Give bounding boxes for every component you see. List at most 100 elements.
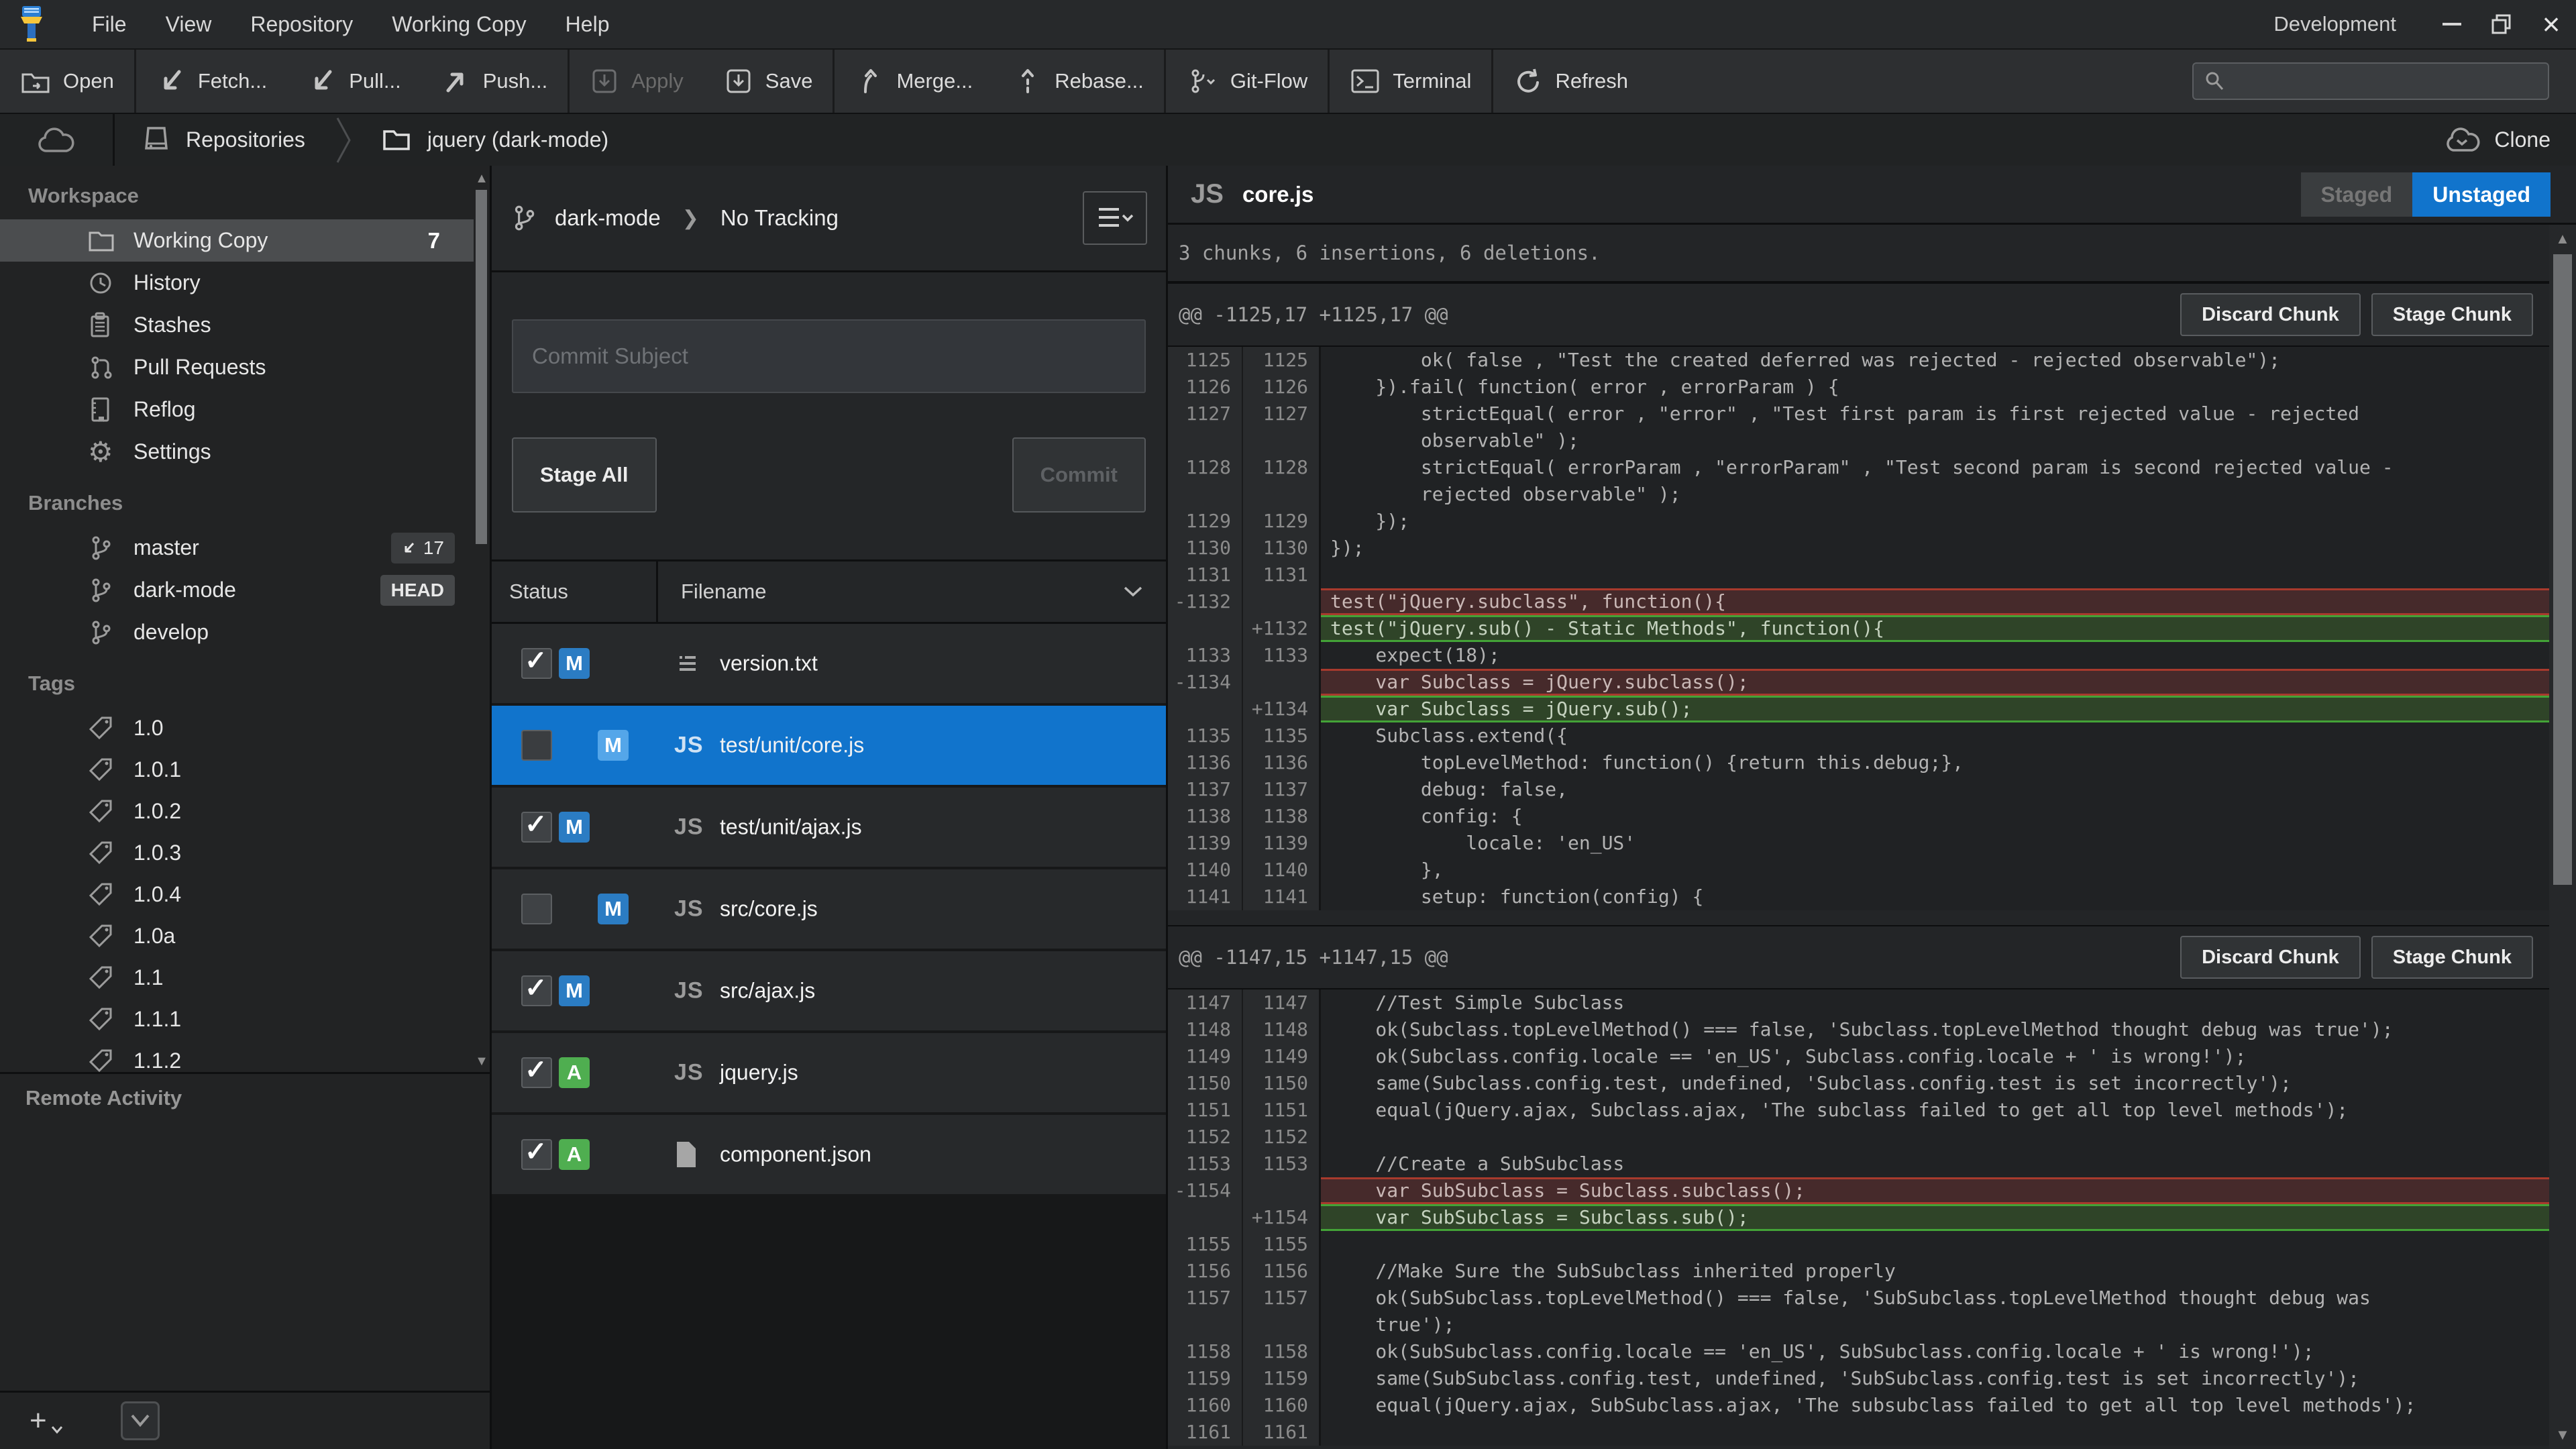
diff-line[interactable]: 11411141 setup: function(config) { [1168,883,2549,910]
diff-line-removed[interactable]: -1154 var SubSubclass = Subclass.subclas… [1168,1177,2549,1204]
toggle-pending-button[interactable] [121,1401,160,1440]
scroll-up-icon[interactable]: ▲ [474,171,490,186]
diff-line[interactable]: 11281128 strictEqual( errorParam , "erro… [1168,454,2549,481]
diff-line[interactable]: 11401140 }, [1168,857,2549,883]
menu-help[interactable]: Help [546,12,629,37]
diff-line[interactable]: true'); [1168,1311,2549,1338]
diff-line[interactable]: 11291129 }); [1168,508,2549,535]
diff-scrollbar[interactable]: ▲ ▼ [2549,225,2576,1449]
diff-line[interactable]: 11611161 [1168,1419,2549,1446]
tab-repositories[interactable]: Repositories [115,114,333,166]
diff-line-added[interactable]: +1132test("jQuery.sub() - Static Methods… [1168,615,2549,642]
stage-chunk-button[interactable]: Stage Chunk [2371,936,2533,979]
diff-line[interactable]: 11591159 same(SubSubclass.config.test, u… [1168,1365,2549,1392]
view-options-button[interactable] [1083,191,1147,245]
file-row-src/ajax.js[interactable]: MJSsrc/ajax.js [492,951,1166,1030]
diff-line[interactable]: 11561156 //Make Sure the SubSubclass inh… [1168,1258,2549,1285]
fetch-button[interactable]: Fetch... [136,50,287,113]
diff-line[interactable]: observable" ); [1168,427,2549,454]
diff-line[interactable]: 11481148 ok(Subclass.topLevelMethod() ==… [1168,1016,2549,1043]
search-box[interactable] [2192,62,2549,100]
restore-button[interactable] [2477,0,2526,48]
stage-checkbox[interactable] [521,730,552,761]
sidebar-tag-1.1.1[interactable]: 1.1.1 [0,998,474,1040]
merge-button[interactable]: Merge... [835,50,993,113]
stage-all-button[interactable]: Stage All [512,437,657,513]
clone-button[interactable]: Clone [2443,125,2551,155]
diff-line[interactable]: 11551155 [1168,1231,2549,1258]
stage-checkbox[interactable] [521,975,552,1006]
diff-line[interactable]: 11391139 locale: 'en_US' [1168,830,2549,857]
stage-checkbox[interactable] [521,1139,552,1170]
diff-line[interactable]: 11531153 //Create a SubSubclass [1168,1150,2549,1177]
diff-line[interactable]: 11261126 }).fail( function( error , erro… [1168,374,2549,400]
file-row-version.txt[interactable]: Mversion.txt [492,624,1166,703]
unstaged-tab[interactable]: Unstaged [2412,172,2551,217]
sidebar-tag-1.0.3[interactable]: 1.0.3 [0,832,474,873]
sidebar-tag-1.1[interactable]: 1.1 [0,957,474,998]
diff-line[interactable]: rejected observable" ); [1168,481,2549,508]
menu-working-copy[interactable]: Working Copy [372,12,545,37]
terminal-button[interactable]: Terminal [1330,50,1491,113]
sidebar-scrollbar[interactable]: ▲ ▼ [474,168,490,1072]
column-status[interactable]: Status [492,561,656,622]
diff-line-added[interactable]: +1154 var SubSubclass = Subclass.sub(); [1168,1204,2549,1231]
open-button[interactable]: Open [0,50,134,113]
menu-view[interactable]: View [146,12,231,37]
diff-line[interactable]: 11311131 [1168,561,2549,588]
sidebar-branch-master[interactable]: master 17 [0,527,474,569]
diff-line[interactable]: 11501150 same(Subclass.config.test, unde… [1168,1070,2549,1097]
pull-button[interactable]: Pull... [287,50,421,113]
discard-chunk-button[interactable]: Discard Chunk [2180,293,2361,336]
diff-line[interactable]: 11271127 strictEqual( error , "error" , … [1168,400,2549,427]
scroll-down-icon[interactable]: ▼ [2549,1426,2576,1444]
menu-file[interactable]: File [72,12,146,37]
sidebar-branch-develop[interactable]: develop [0,611,474,653]
sidebar-tag-1.0.1[interactable]: 1.0.1 [0,749,474,790]
diff-scroll-thumb[interactable] [2553,254,2572,885]
sidebar-item-settings[interactable]: ⚙ Settings [0,431,474,473]
diff-line[interactable]: 11571157 ok(SubSubclass.topLevelMethod()… [1168,1285,2549,1311]
diff-line[interactable]: 11371137 debug: false, [1168,776,2549,803]
scroll-up-icon[interactable]: ▲ [2549,230,2576,248]
sidebar-tag-1.0a[interactable]: 1.0a [0,915,474,957]
push-button[interactable]: Push... [421,50,568,113]
staged-tab[interactable]: Staged [2301,172,2413,217]
diff-line-removed[interactable]: -1134 var Subclass = jQuery.subclass(); [1168,669,2549,696]
search-input[interactable] [2234,70,2538,93]
diff-line[interactable]: 11491149 ok(Subclass.config.locale == 'e… [1168,1043,2549,1070]
menu-repository[interactable]: Repository [231,12,372,37]
sort-chevron-icon[interactable] [1123,586,1143,598]
sidebar-item-reflog[interactable]: Reflog [0,388,474,431]
column-filename[interactable]: Filename [656,561,1166,622]
sidebar-tag-1.0.4[interactable]: 1.0.4 [0,873,474,915]
file-row-test/unit/ajax.js[interactable]: MJStest/unit/ajax.js [492,788,1166,867]
remote-accounts-tab[interactable] [0,114,115,166]
sidebar-item-working-copy[interactable]: Working Copy 7 [0,219,474,262]
diff-line[interactable]: 11381138 config: { [1168,803,2549,830]
sidebar-item-history[interactable]: History [0,262,474,304]
rebase-button[interactable]: Rebase... [993,50,1164,113]
diff-line[interactable]: 11601160 equal(jQuery.ajax, SubSubclass.… [1168,1392,2549,1419]
commit-subject-input[interactable] [512,319,1146,393]
file-table-header[interactable]: Status Filename [492,559,1166,624]
sidebar-scroll-thumb[interactable] [476,190,487,544]
commit-button[interactable]: Commit [1012,437,1146,513]
sidebar-tag-1.0.2[interactable]: 1.0.2 [0,790,474,832]
sidebar-tag-1.0[interactable]: 1.0 [0,707,474,749]
scroll-down-icon[interactable]: ▼ [474,1054,490,1069]
apply-button[interactable]: Apply [570,50,704,113]
stage-checkbox[interactable] [521,894,552,924]
diff-line[interactable]: 11301130}); [1168,535,2549,561]
minimize-button[interactable] [2427,0,2477,48]
close-button[interactable]: × [2526,0,2576,48]
diff-line-added[interactable]: +1134 var Subclass = jQuery.sub(); [1168,696,2549,722]
diff-line[interactable]: 11361136 topLevelMethod: function() {ret… [1168,749,2549,776]
diff-line-removed[interactable]: -1132test("jQuery.subclass", function(){ [1168,588,2549,615]
file-row-src/core.js[interactable]: MJSsrc/core.js [492,869,1166,949]
file-row-jquery.js[interactable]: AJSjquery.js [492,1033,1166,1112]
sidebar-item-stashes[interactable]: Stashes [0,304,474,346]
diff-line[interactable]: 11351135 Subclass.extend({ [1168,722,2549,749]
discard-chunk-button[interactable]: Discard Chunk [2180,936,2361,979]
diff-line[interactable]: 11251125 ok( false , "Test the created d… [1168,347,2549,374]
